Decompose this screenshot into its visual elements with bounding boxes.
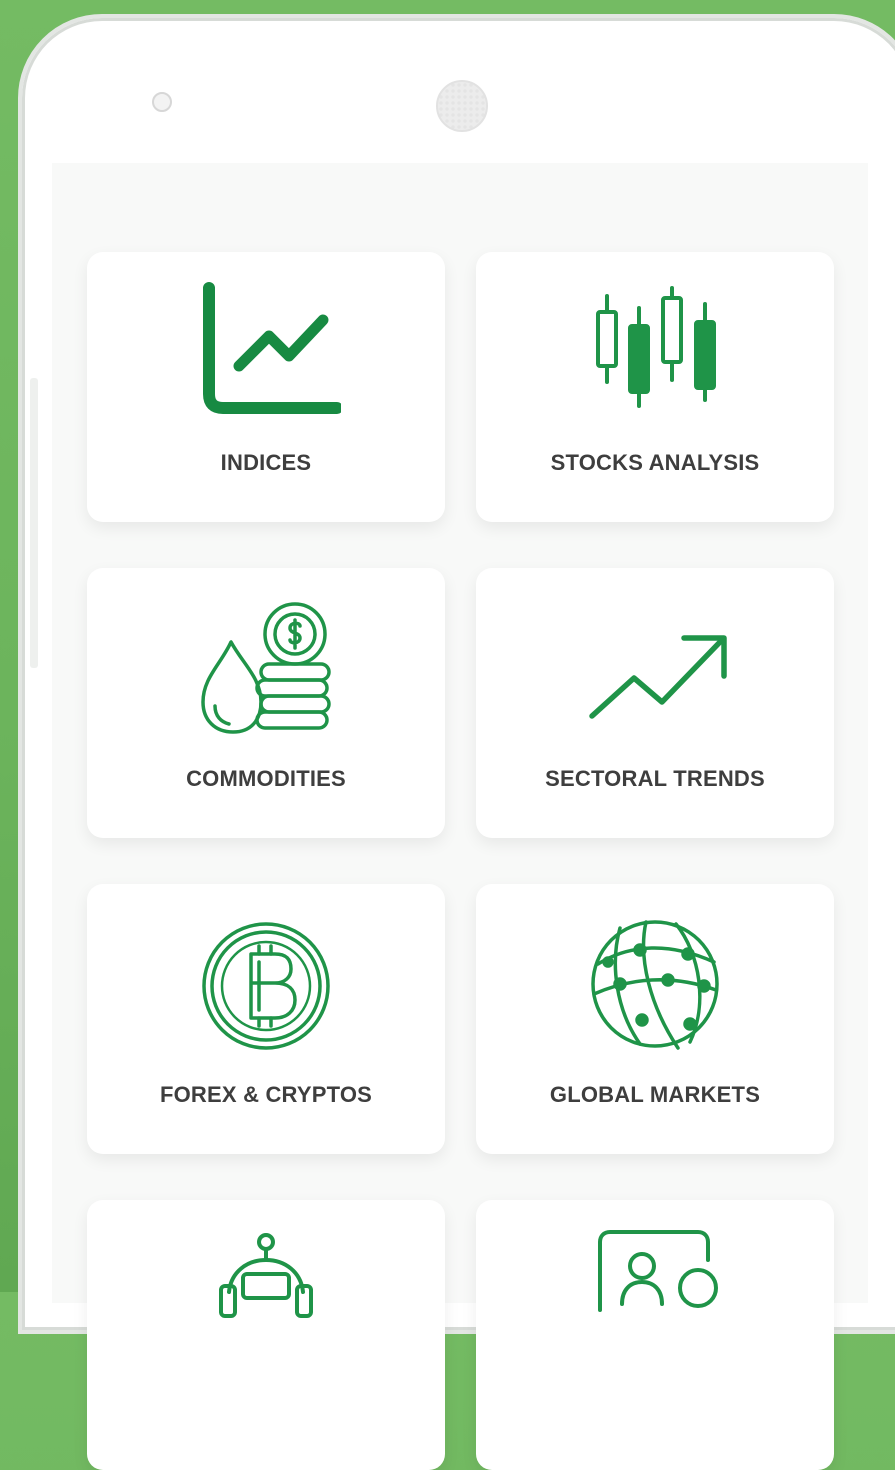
tile-label: STOCKS ANALYSIS bbox=[550, 450, 760, 475]
robot-icon bbox=[219, 1233, 313, 1318]
tile-label: COMMODITIES bbox=[186, 766, 346, 791]
oil-and-coins-icon bbox=[201, 602, 331, 734]
candlestick-icon bbox=[596, 286, 716, 408]
app-screen: INDICES STOCKS ANALYSIS COMMODITIES SECT… bbox=[52, 163, 868, 1470]
tile-stocks-analysis[interactable]: STOCKS ANALYSIS bbox=[476, 252, 834, 522]
tile-robot[interactable] bbox=[87, 1200, 445, 1470]
tile-global-markets[interactable]: GLOBAL MARKETS bbox=[476, 884, 834, 1154]
tile-label: FOREX & CRYPTOS bbox=[159, 1082, 373, 1107]
tile-indices[interactable]: INDICES bbox=[87, 252, 445, 522]
globe-network-icon bbox=[591, 920, 719, 1050]
bitcoin-icon bbox=[202, 922, 330, 1050]
camera-icon bbox=[152, 92, 172, 112]
presentation-icon bbox=[598, 1230, 718, 1312]
line-chart-icon bbox=[203, 282, 341, 414]
speaker-icon bbox=[436, 80, 488, 132]
tile-sectoral-trends[interactable]: SECTORAL TRENDS bbox=[476, 568, 834, 838]
tile-label: GLOBAL MARKETS bbox=[549, 1082, 761, 1107]
tile-forex-cryptos[interactable]: FOREX & CRYPTOS bbox=[87, 884, 445, 1154]
tile-presentation[interactable] bbox=[476, 1200, 834, 1470]
tile-label: INDICES bbox=[220, 450, 312, 475]
tile-commodities[interactable]: COMMODITIES bbox=[87, 568, 445, 838]
tile-label: SECTORAL TRENDS bbox=[545, 766, 765, 791]
phone-side-button bbox=[30, 378, 38, 668]
trend-arrow-icon bbox=[589, 635, 727, 719]
